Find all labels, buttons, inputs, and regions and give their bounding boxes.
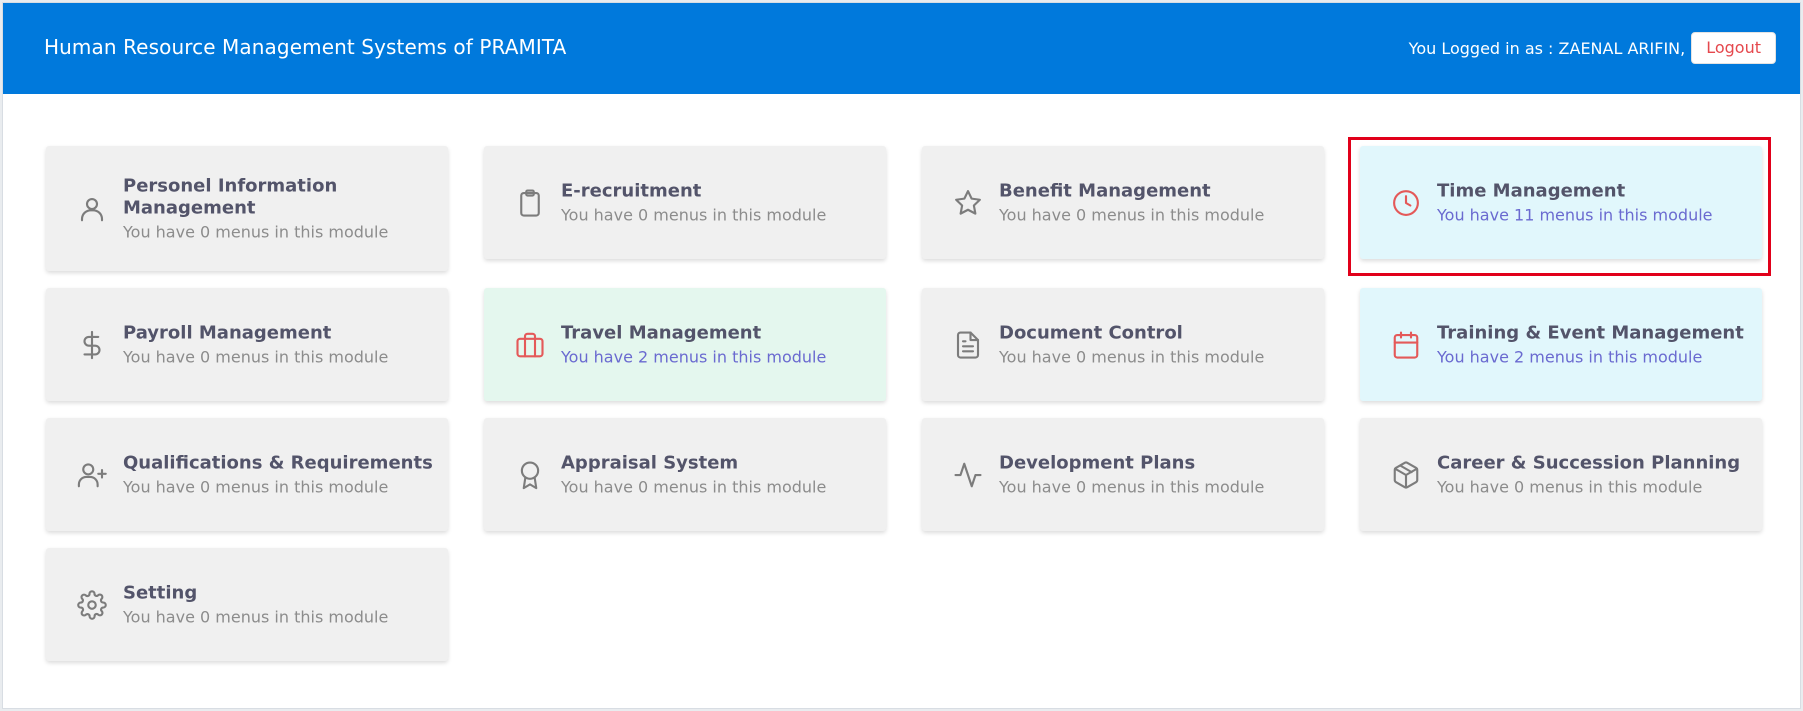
clipboard-icon [515, 188, 545, 218]
user-area: You Logged in as : ZAENAL ARIFIN, Logout [1409, 32, 1776, 64]
module-menu-count: You have 0 menus in this module [561, 477, 827, 496]
module-title: Setting [123, 582, 198, 603]
module-title: E-recruitment [561, 180, 702, 201]
module-menu-count: You have 0 menus in this module [999, 347, 1265, 366]
module-title: Personel Information Management [123, 175, 338, 218]
clock-icon [1391, 188, 1421, 218]
module-card-setting[interactable]: Setting You have 0 menus in this module [46, 548, 448, 661]
module-card-appraisal-system[interactable]: Appraisal System You have 0 menus in thi… [484, 418, 886, 531]
module-card-travel-management[interactable]: Travel Management You have 2 menus in th… [484, 288, 886, 401]
module-card-e-recruitment[interactable]: E-recruitment You have 0 menus in this m… [484, 146, 886, 259]
app-title: Human Resource Management Systems of PRA… [44, 35, 567, 59]
user-plus-icon [77, 460, 107, 490]
module-menu-count: You have 2 menus in this module [561, 347, 827, 366]
module-menu-count: You have 0 menus in this module [999, 205, 1265, 224]
star-icon [953, 188, 983, 218]
module-title: Document Control [999, 322, 1183, 343]
module-menu-count: You have 11 menus in this module [1437, 205, 1713, 224]
award-icon [515, 460, 545, 490]
module-title: Career & Succession Planning [1437, 452, 1741, 473]
module-title: Training & Event Management [1437, 322, 1744, 343]
logout-button[interactable]: Logout [1691, 32, 1776, 64]
module-card-training-event-management[interactable]: Training & Event Management You have 2 m… [1360, 288, 1762, 401]
module-menu-count: You have 0 menus in this module [123, 222, 389, 241]
module-title: Time Management [1437, 180, 1626, 201]
module-card-document-control[interactable]: Document Control You have 0 menus in thi… [922, 288, 1324, 401]
document-icon [953, 330, 983, 360]
briefcase-icon [515, 330, 545, 360]
module-title: Travel Management [561, 322, 762, 343]
module-menu-count: You have 0 menus in this module [123, 607, 389, 626]
module-menu-count: You have 0 menus in this module [123, 477, 389, 496]
module-menu-count: You have 0 menus in this module [999, 477, 1265, 496]
calendar-icon [1391, 330, 1421, 360]
settings-icon [77, 589, 107, 620]
user-icon [77, 194, 107, 224]
module-grid: Personel Information Management You have… [46, 146, 1762, 661]
module-menu-count: You have 2 menus in this module [1437, 347, 1703, 366]
module-card-benefit-management[interactable]: Benefit Management You have 0 menus in t… [922, 146, 1324, 259]
module-title: Development Plans [999, 452, 1196, 473]
login-status: You Logged in as : ZAENAL ARIFIN, [1408, 38, 1686, 58]
module-card-time-management[interactable]: Time Management You have 11 menus in thi… [1360, 146, 1762, 259]
module-title: Appraisal System [561, 452, 739, 473]
module-menu-count: You have 0 menus in this module [1437, 477, 1703, 496]
module-card-payroll-management[interactable]: Payroll Management You have 0 menus in t… [46, 288, 448, 401]
dollar-icon [77, 330, 107, 360]
page-frame: Human Resource Management Systems of PRA… [2, 2, 1801, 709]
module-menu-count: You have 0 menus in this module [123, 347, 389, 366]
module-menu-count: You have 0 menus in this module [561, 205, 827, 224]
activity-icon [953, 460, 983, 490]
module-title: Qualifications & Requirements [123, 452, 433, 473]
module-title: Benefit Management [999, 180, 1211, 201]
module-card-development-plans[interactable]: Development Plans You have 0 menus in th… [922, 418, 1324, 531]
module-card-career-succession-planning[interactable]: Career & Succession Planning You have 0 … [1360, 418, 1762, 531]
top-header: Human Resource Management Systems of PRA… [3, 3, 1800, 94]
module-card-personel-information[interactable]: Personel Information Management You have… [46, 146, 448, 271]
box-icon [1391, 460, 1421, 490]
module-title: Payroll Management [123, 322, 332, 343]
module-card-qualifications-requirements[interactable]: Qualifications & Requirements You have 0… [46, 418, 448, 531]
